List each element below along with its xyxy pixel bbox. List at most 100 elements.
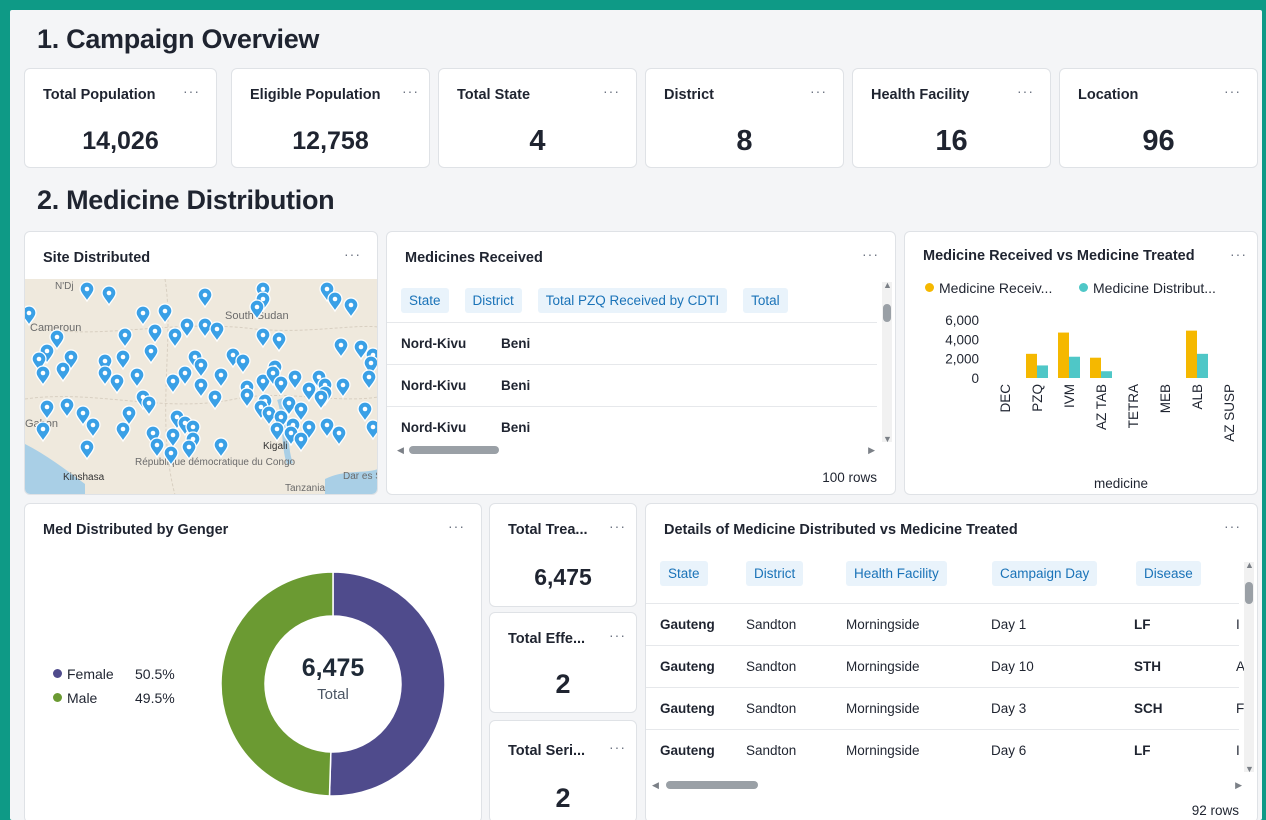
- more-options-icon[interactable]: ···: [609, 739, 626, 755]
- column-header-district[interactable]: District: [464, 288, 522, 313]
- map-pin-dot: [324, 422, 330, 428]
- legend-swatch: [925, 283, 934, 292]
- vertical-scrollbar[interactable]: ▲ ▼: [1244, 560, 1254, 774]
- kpi-label: Location: [1078, 87, 1139, 103]
- table-row[interactable]: Gauteng Sandton Morningside Day 3 SCH F: [646, 687, 1244, 729]
- map-pin-dot: [44, 348, 50, 354]
- more-options-icon[interactable]: ···: [1224, 518, 1241, 534]
- column-header-campaign-day[interactable]: Campaign Day: [992, 561, 1098, 586]
- map-pin-dot: [162, 308, 168, 314]
- cell-disease: LF: [1134, 617, 1151, 632]
- scroll-up-icon[interactable]: ▲: [1245, 560, 1254, 570]
- scroll-up-icon[interactable]: ▲: [883, 280, 892, 290]
- scrollbar-thumb[interactable]: [883, 304, 891, 322]
- cell-disease: LF: [1134, 743, 1151, 758]
- more-options-icon[interactable]: ···: [810, 83, 827, 99]
- kpi-card-total-state[interactable]: Total State ··· 4: [438, 68, 637, 168]
- legend-pct: 50.5%: [135, 666, 175, 682]
- bar-1[interactable]: [1197, 353, 1208, 378]
- map-pin-dot: [152, 328, 158, 334]
- more-options-icon[interactable]: ···: [344, 246, 361, 262]
- donut-chart[interactable]: [213, 564, 453, 804]
- horizontal-scrollbar[interactable]: ◀ ▶: [652, 780, 1242, 790]
- more-options-icon[interactable]: ···: [402, 83, 419, 99]
- map-pin-dot: [324, 286, 330, 292]
- legend-item-male[interactable]: Male 49.5%: [53, 690, 175, 706]
- scroll-left-icon[interactable]: ◀: [397, 445, 404, 456]
- table-row[interactable]: Gauteng Sandton Morningside Day 6 LF I: [646, 729, 1240, 771]
- bar-0[interactable]: [1026, 353, 1037, 378]
- map-pin-dot: [258, 404, 264, 410]
- map-pin-dot: [202, 322, 208, 328]
- bar-chart[interactable]: 6,000 4,000 2,000 0 DEC PZQ IVM AZ TAB TETRA MEB A…: [905, 302, 1258, 495]
- more-options-icon[interactable]: ···: [183, 83, 200, 99]
- vertical-scrollbar[interactable]: ▲ ▼: [882, 280, 892, 444]
- cell-campaign-day: Day 10: [991, 659, 1034, 674]
- more-options-icon[interactable]: ···: [609, 627, 626, 643]
- kpi-card-total-population[interactable]: Total Population ··· 14,026: [24, 68, 217, 168]
- bar-1[interactable]: [1069, 356, 1080, 378]
- column-header-total-pzq[interactable]: Total PZQ Received by CDTI: [537, 288, 728, 313]
- column-header-disease[interactable]: Disease: [1136, 561, 1201, 586]
- column-header-total[interactable]: Total: [743, 288, 788, 313]
- site-map[interactable]: N'Dj Cameroun South Sudan Gabon Kinshasa…: [25, 279, 378, 495]
- map-pin-dot: [168, 450, 174, 456]
- legend-item-received[interactable]: Medicine Receiv...: [925, 280, 1052, 296]
- scroll-right-icon[interactable]: ▶: [868, 445, 875, 456]
- scroll-down-icon[interactable]: ▼: [883, 434, 892, 444]
- kpi-value: 2: [555, 783, 571, 813]
- bar-1[interactable]: [1037, 365, 1048, 378]
- kpi-card-health-facility[interactable]: Health Facility ··· 16: [852, 68, 1051, 168]
- more-options-icon[interactable]: ···: [609, 518, 626, 534]
- mini-kpi-total-effects[interactable]: Total Effe... ··· 2: [489, 612, 637, 713]
- mini-kpi-total-treated[interactable]: Total Trea... ··· 6,475: [489, 503, 637, 607]
- scroll-left-icon[interactable]: ◀: [652, 780, 659, 791]
- scroll-down-icon[interactable]: ▼: [1245, 764, 1254, 774]
- donut-slice-male[interactable]: [220, 571, 334, 797]
- table-row[interactable]: Gauteng Sandton Morningside Day 10 STH A: [646, 645, 1245, 687]
- map-pin-dot: [190, 424, 196, 430]
- more-options-icon[interactable]: ···: [603, 83, 620, 99]
- donut-slice-female[interactable]: [328, 571, 446, 797]
- section-title-distribution: 2. Medicine Distribution: [37, 185, 335, 215]
- map-pin-dot: [174, 414, 180, 420]
- kpi-value: 12,758: [292, 127, 369, 155]
- scroll-right-icon[interactable]: ▶: [1235, 780, 1242, 791]
- more-options-icon[interactable]: ···: [448, 518, 465, 534]
- bar-0[interactable]: [1090, 357, 1101, 378]
- more-options-icon[interactable]: ···: [862, 246, 879, 262]
- table-row[interactable]: Gauteng Sandton Morningside Day 1 LF I: [646, 603, 1240, 645]
- kpi-card-eligible-population[interactable]: Eligible Population ··· 12,758: [231, 68, 430, 168]
- more-options-icon[interactable]: ···: [1230, 246, 1247, 262]
- map-pin-dot: [316, 374, 322, 380]
- x-tick-label: DEC: [998, 384, 1013, 413]
- map-pin-dot: [154, 442, 160, 448]
- column-header-health-facility[interactable]: Health Facility: [846, 561, 947, 586]
- kpi-value: 8: [736, 125, 753, 157]
- horizontal-scrollbar[interactable]: ◀ ▶: [397, 445, 875, 455]
- more-options-icon[interactable]: ···: [1224, 83, 1241, 99]
- x-tick-label: AZ SUSP: [1222, 384, 1237, 442]
- legend-item-female[interactable]: Female 50.5%: [53, 666, 175, 682]
- scrollbar-thumb[interactable]: [1245, 582, 1253, 604]
- column-header-state[interactable]: State: [401, 288, 449, 313]
- table-row[interactable]: Nord-Kivu Beni: [387, 322, 877, 364]
- more-options-icon[interactable]: ···: [1017, 83, 1034, 99]
- column-header-district[interactable]: District: [746, 561, 804, 586]
- table-row[interactable]: Nord-Kivu Beni: [387, 364, 877, 406]
- legend-item-distributed[interactable]: Medicine Distribut...: [1079, 280, 1216, 296]
- scrollbar-thumb[interactable]: [666, 781, 758, 789]
- kpi-card-location[interactable]: Location ··· 96: [1059, 68, 1258, 168]
- scrollbar-thumb[interactable]: [409, 446, 499, 454]
- kpi-card-district[interactable]: District ··· 8: [645, 68, 844, 168]
- table-row[interactable]: Nord-Kivu Beni: [387, 406, 877, 448]
- column-header-state[interactable]: State: [660, 561, 708, 586]
- bar-0[interactable]: [1058, 332, 1069, 378]
- map-pin-dot: [274, 426, 280, 432]
- bar-1[interactable]: [1101, 371, 1112, 378]
- cell-state: Nord-Kivu: [401, 378, 467, 393]
- mini-kpi-total-serious[interactable]: Total Seri... ··· 2: [489, 720, 637, 820]
- bar-0[interactable]: [1186, 330, 1197, 378]
- kpi-label: Total State: [457, 87, 531, 103]
- map-pin-dot: [40, 426, 46, 432]
